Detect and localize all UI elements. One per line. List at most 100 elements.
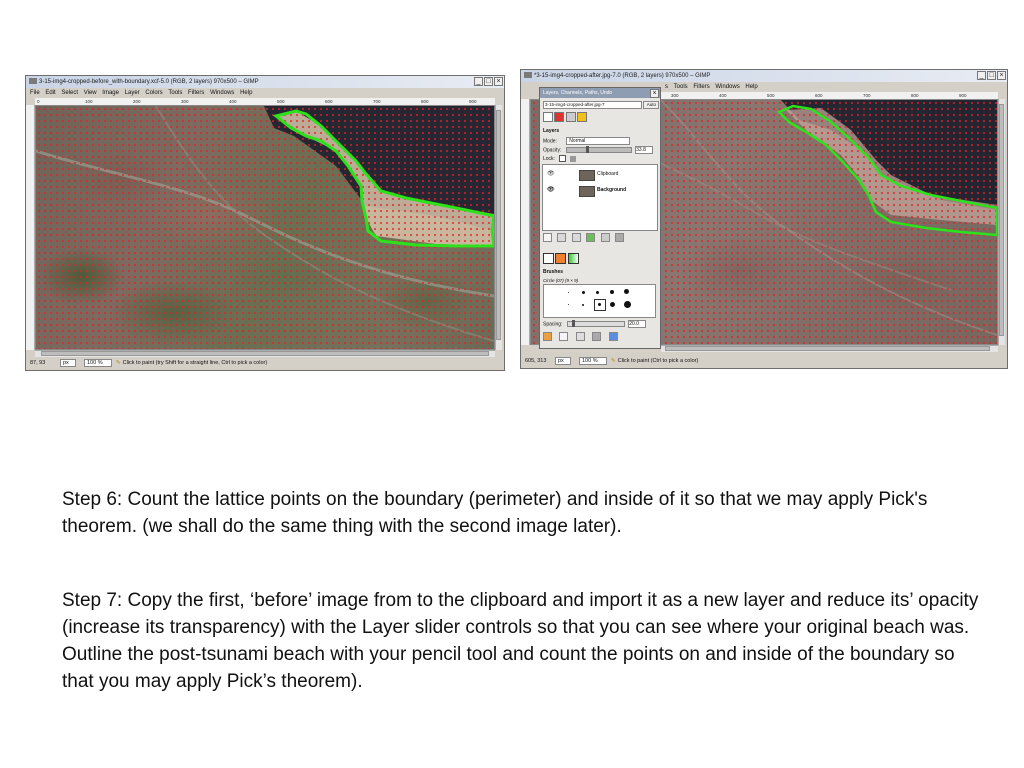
duplicate-brush-icon[interactable]	[575, 332, 585, 341]
menu-colors-partial[interactable]: s	[665, 84, 668, 90]
layer-row-clipboard[interactable]: 👁 Clipboard	[543, 167, 657, 181]
lock-pixels-checkbox[interactable]	[559, 155, 567, 162]
duplicate-layer-icon[interactable]	[586, 233, 596, 242]
window-title-bar[interactable]: 3-15-img4-cropped-before_with-boundary.x…	[26, 76, 504, 88]
dock-close-button[interactable]: ×	[650, 89, 659, 98]
opacity-label: Opacity:	[543, 147, 562, 154]
status-message-text: Click to paint (Ctrl to pick a color)	[617, 358, 699, 364]
delete-brush-icon[interactable]	[592, 332, 602, 341]
raise-layer-icon[interactable]	[557, 233, 567, 242]
layers-tab-icon[interactable]	[543, 112, 553, 122]
brush-thumbnail[interactable]	[624, 289, 629, 294]
mode-row: Mode: Normal	[543, 137, 657, 145]
ruler-tick: 0	[37, 99, 40, 104]
vertical-scrollbar[interactable]	[495, 105, 502, 350]
menu-layer[interactable]: Layer	[125, 90, 140, 96]
brush-thumbnail[interactable]	[568, 292, 569, 293]
menu-filters[interactable]: Filters	[188, 90, 204, 96]
layer-thumbnail	[579, 186, 595, 197]
scroll-thumb[interactable]	[496, 110, 501, 340]
channels-tab-icon[interactable]	[554, 112, 565, 122]
maximize-button[interactable]: □	[484, 77, 493, 86]
menu-image[interactable]: Image	[102, 90, 119, 96]
auto-button[interactable]: Auto	[643, 101, 660, 109]
edit-brush-icon[interactable]	[543, 332, 552, 341]
ruler-tick: 800	[911, 93, 919, 98]
boundary-overlay	[272, 109, 494, 248]
menu-select[interactable]: Select	[61, 90, 78, 96]
visibility-eye-icon[interactable]: 👁	[547, 183, 555, 197]
anchor-layer-icon[interactable]	[600, 233, 610, 242]
menu-file[interactable]: File	[30, 90, 40, 96]
opacity-slider[interactable]	[565, 146, 632, 153]
scroll-thumb[interactable]	[665, 346, 990, 351]
brush-grid[interactable]	[543, 284, 656, 318]
menu-tools[interactable]: Tools	[168, 90, 182, 96]
delete-layer-icon[interactable]	[614, 233, 624, 242]
menu-tools[interactable]: Tools	[674, 84, 688, 90]
minimize-button[interactable]: _	[474, 77, 483, 86]
menu-windows[interactable]: Windows	[715, 84, 739, 90]
zoom-select[interactable]: 100 %	[579, 357, 607, 365]
menu-windows[interactable]: Windows	[210, 90, 234, 96]
brush-thumbnail[interactable]	[582, 304, 584, 306]
horizontal-scrollbar[interactable]	[661, 345, 998, 352]
opacity-row: Opacity: 33.8	[543, 146, 657, 154]
undo-tab-icon[interactable]	[577, 112, 588, 122]
layer-thumbnail	[579, 170, 595, 181]
paths-tab-icon[interactable]	[565, 112, 576, 122]
dock-tab-strip	[543, 112, 657, 122]
spacing-slider[interactable]	[566, 320, 625, 327]
refresh-brushes-icon[interactable]	[608, 332, 618, 341]
unit-select[interactable]: px	[60, 359, 76, 367]
menu-help[interactable]: Help	[745, 84, 757, 90]
ruler-tick: 600	[325, 99, 333, 104]
window-title-bar[interactable]: *3-15-img4-cropped-after.jpg-7.0 (RGB, 2…	[521, 70, 1007, 82]
layer-actions	[543, 233, 657, 244]
mode-select[interactable]: Normal	[566, 137, 631, 145]
menu-filters[interactable]: Filters	[693, 84, 709, 90]
vertical-scrollbar[interactable]	[998, 99, 1005, 345]
opacity-slider-handle[interactable]	[585, 146, 589, 153]
image-selector[interactable]: 3-15-img4-cropped-after.jpg-7	[543, 101, 642, 109]
image-canvas-before[interactable]	[35, 105, 495, 350]
brush-thumbnail[interactable]	[624, 301, 631, 308]
brush-actions	[543, 332, 657, 343]
gradient-swatch-icon[interactable]	[567, 253, 579, 264]
layer-row-background[interactable]: 👁 Background	[543, 183, 657, 197]
lower-layer-icon[interactable]	[571, 233, 581, 242]
minimize-button[interactable]: _	[977, 71, 986, 80]
lock-alpha-icon[interactable]	[569, 155, 576, 162]
layers-panel-title: Layers	[543, 128, 560, 134]
ruler-tick: 900	[959, 93, 967, 98]
new-brush-icon[interactable]	[559, 332, 569, 341]
brush-thumbnail[interactable]	[582, 291, 585, 294]
menu-colors[interactable]: Colors	[145, 90, 162, 96]
brush-thumbnail[interactable]	[598, 303, 601, 306]
menu-edit[interactable]: Edit	[45, 90, 55, 96]
brush-swatch-icon[interactable]	[543, 253, 554, 264]
gimp-window-after: *3-15-img4-cropped-after.jpg-7.0 (RGB, 2…	[520, 69, 1008, 369]
visibility-eye-icon[interactable]: 👁	[547, 167, 555, 181]
menu-view[interactable]: View	[84, 90, 97, 96]
opacity-value-field[interactable]: 33.8	[635, 146, 654, 154]
scroll-thumb[interactable]	[999, 104, 1004, 336]
spacing-slider-handle[interactable]	[571, 320, 575, 327]
brush-thumbnail[interactable]	[596, 291, 599, 294]
gimp-app-icon	[524, 72, 532, 78]
brush-thumbnail[interactable]	[568, 304, 569, 305]
dock-title-bar[interactable]: Layers, Channels, Paths, Undo	[540, 88, 660, 98]
brush-thumbnail[interactable]	[610, 290, 614, 294]
new-layer-icon[interactable]	[543, 233, 552, 242]
brush-thumbnail[interactable]	[610, 302, 615, 307]
close-button[interactable]: ×	[494, 77, 503, 86]
spacing-value-field[interactable]: 20.0	[628, 320, 647, 328]
ruler-tick: 400	[229, 99, 237, 104]
close-button[interactable]: ×	[997, 71, 1006, 80]
zoom-select[interactable]: 100 %	[84, 359, 112, 367]
unit-select[interactable]: px	[555, 357, 571, 365]
maximize-button[interactable]: □	[987, 71, 996, 80]
color-swatch-icon[interactable]	[555, 253, 567, 264]
menu-help[interactable]: Help	[240, 90, 252, 96]
auto-button-label: Auto	[646, 102, 657, 107]
